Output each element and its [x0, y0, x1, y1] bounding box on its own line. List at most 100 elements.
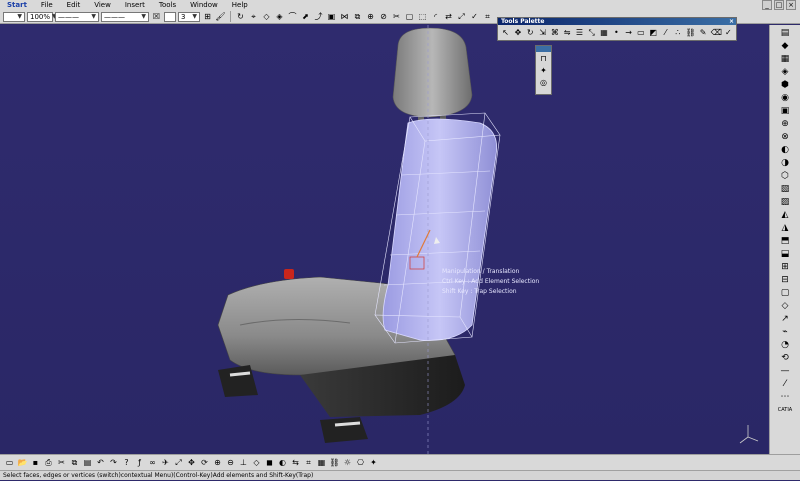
mirror-icon[interactable]: ⇋: [562, 28, 571, 38]
tool-icon[interactable]: ⌁: [779, 326, 791, 338]
shading-icon[interactable]: ◼: [264, 457, 275, 468]
join-icon[interactable]: ⊕: [365, 11, 376, 22]
fit-all-icon[interactable]: ⤢: [173, 457, 184, 468]
menu-insert[interactable]: Insert: [118, 0, 152, 10]
tool-icon[interactable]: —: [779, 365, 791, 377]
point-icon[interactable]: •: [612, 28, 621, 38]
transform-icon[interactable]: ⇄: [443, 11, 454, 22]
linetype-combo[interactable]: ——— ▼: [55, 11, 99, 22]
tool-icon[interactable]: ◉: [779, 92, 791, 104]
tool-icon[interactable]: ▤: [779, 27, 791, 39]
mini-toolbar[interactable]: ⊓ ✦ ◎: [535, 45, 552, 95]
sketch-tools-icon[interactable]: ∞: [147, 457, 158, 468]
no-color-icon[interactable]: ☒: [151, 11, 162, 22]
extrude-icon[interactable]: ⬈: [300, 11, 311, 22]
align-icon[interactable]: ☰: [575, 28, 584, 38]
tool-icon[interactable]: ⋯: [779, 391, 791, 403]
magnet-icon[interactable]: ⊓: [538, 53, 549, 64]
eraser-icon[interactable]: ⌫: [711, 28, 722, 38]
tool-icon[interactable]: ▨: [779, 196, 791, 208]
sketch-icon[interactable]: ⌖: [248, 11, 259, 22]
iso-view-icon[interactable]: ◇: [251, 457, 262, 468]
scale-icon[interactable]: ⤢: [456, 11, 467, 22]
normal-view-icon[interactable]: ⊥: [238, 457, 249, 468]
menu-window[interactable]: Window: [183, 0, 225, 10]
menu-start[interactable]: Start: [0, 0, 34, 10]
tool-icon[interactable]: ▧: [779, 183, 791, 195]
tool-icon[interactable]: ◑: [779, 157, 791, 169]
close-icon[interactable]: ×: [729, 18, 734, 25]
undo-icon[interactable]: ↶: [95, 457, 106, 468]
plane-icon[interactable]: ◇: [261, 11, 272, 22]
menu-view[interactable]: View: [87, 0, 118, 10]
select-icon[interactable]: ↖: [501, 28, 510, 38]
tools-palette[interactable]: Tools Palette × ↖ ✥ ↻ ⇲ ⌘ ⇋ ☰ ⤡ ▦ • → ▭ …: [497, 17, 737, 41]
line-weight-combo[interactable]: 3 ▼: [178, 11, 200, 22]
rotate-icon[interactable]: ↻: [235, 11, 246, 22]
minimize-icon[interactable]: _: [762, 0, 772, 10]
new-icon[interactable]: ▭: [4, 457, 15, 468]
link-icon[interactable]: ⛓: [685, 28, 695, 38]
measure-icon[interactable]: ⌗: [303, 457, 314, 468]
zoom-out-icon[interactable]: ⊖: [225, 457, 236, 468]
surface-icon[interactable]: ◈: [274, 11, 285, 22]
tool-icon[interactable]: ◇: [779, 300, 791, 312]
tool-icon[interactable]: ▢: [779, 287, 791, 299]
move-icon[interactable]: ⇲: [538, 28, 547, 38]
zoom-combo[interactable]: 100%▼: [27, 11, 57, 22]
measure-icon[interactable]: ⌗: [482, 11, 493, 22]
boundary-icon[interactable]: ▢: [404, 11, 415, 22]
render-icon[interactable]: ☼: [342, 457, 353, 468]
tool-icon[interactable]: ◆: [779, 40, 791, 52]
grid-icon[interactable]: ▦: [599, 28, 608, 38]
offset-icon[interactable]: ⧉: [352, 11, 363, 22]
check-icon[interactable]: ✓: [724, 28, 733, 38]
blend-icon[interactable]: ⋈: [339, 11, 350, 22]
tool-icon[interactable]: ⬡: [779, 170, 791, 182]
trim-icon[interactable]: ✂: [391, 11, 402, 22]
fill-icon[interactable]: ▣: [326, 11, 337, 22]
rotate-icon[interactable]: ↻: [526, 28, 535, 38]
frame-icon[interactable]: ▭: [636, 28, 645, 38]
color-combo[interactable]: [164, 11, 176, 22]
face-icon[interactable]: ◩: [649, 28, 658, 38]
print-icon[interactable]: ⎙: [43, 457, 54, 468]
tool-icon[interactable]: ⬢: [779, 79, 791, 91]
3d-viewport[interactable]: Manipulation / Translation Ctrl Key : Ad…: [0, 25, 768, 454]
tool-icon[interactable]: ↗: [779, 313, 791, 325]
tool-icon[interactable]: ◔: [779, 339, 791, 351]
menu-edit[interactable]: Edit: [60, 0, 88, 10]
tool-icon[interactable]: ⬒: [779, 235, 791, 247]
wand-icon[interactable]: ✦: [538, 65, 549, 76]
paste-icon[interactable]: ▤: [82, 457, 93, 468]
seat-model[interactable]: [0, 25, 768, 454]
tool-icon[interactable]: ▦: [779, 53, 791, 65]
tool-icon[interactable]: ◈: [779, 66, 791, 78]
rotate-view-icon[interactable]: ⟳: [199, 457, 210, 468]
menu-tools[interactable]: Tools: [152, 0, 183, 10]
menu-file[interactable]: File: [34, 0, 60, 10]
extract-icon[interactable]: ⬚: [417, 11, 428, 22]
headrest[interactable]: [392, 27, 473, 118]
sweep-icon[interactable]: ⤴: [313, 11, 324, 22]
whats-this-icon[interactable]: ?: [121, 457, 132, 468]
tool-icon[interactable]: ⁄: [779, 378, 791, 390]
stretch-icon[interactable]: ⤡: [587, 28, 596, 38]
paint-icon[interactable]: 🖌: [215, 11, 226, 22]
tool-icon[interactable]: ⊗: [779, 131, 791, 143]
pan-icon[interactable]: ✥: [186, 457, 197, 468]
fly-mode-icon[interactable]: ✈: [160, 457, 171, 468]
snap-icon[interactable]: ⌘: [550, 28, 559, 38]
recline-lever[interactable]: [284, 269, 294, 279]
tool-icon[interactable]: ◮: [779, 222, 791, 234]
thickness-combo[interactable]: ——— ▼: [101, 11, 149, 22]
style-combo[interactable]: ▼: [3, 11, 25, 22]
tool-icon[interactable]: ◭: [779, 209, 791, 221]
split-icon[interactable]: ⊘: [378, 11, 389, 22]
pen-icon[interactable]: ✎: [698, 28, 707, 38]
camera-icon[interactable]: ⎔: [355, 457, 366, 468]
layer-icon[interactable]: ⊞: [202, 11, 213, 22]
light-icon[interactable]: ✦: [368, 457, 379, 468]
hide-show-icon[interactable]: ◐: [277, 457, 288, 468]
vector-icon[interactable]: →: [624, 28, 633, 38]
